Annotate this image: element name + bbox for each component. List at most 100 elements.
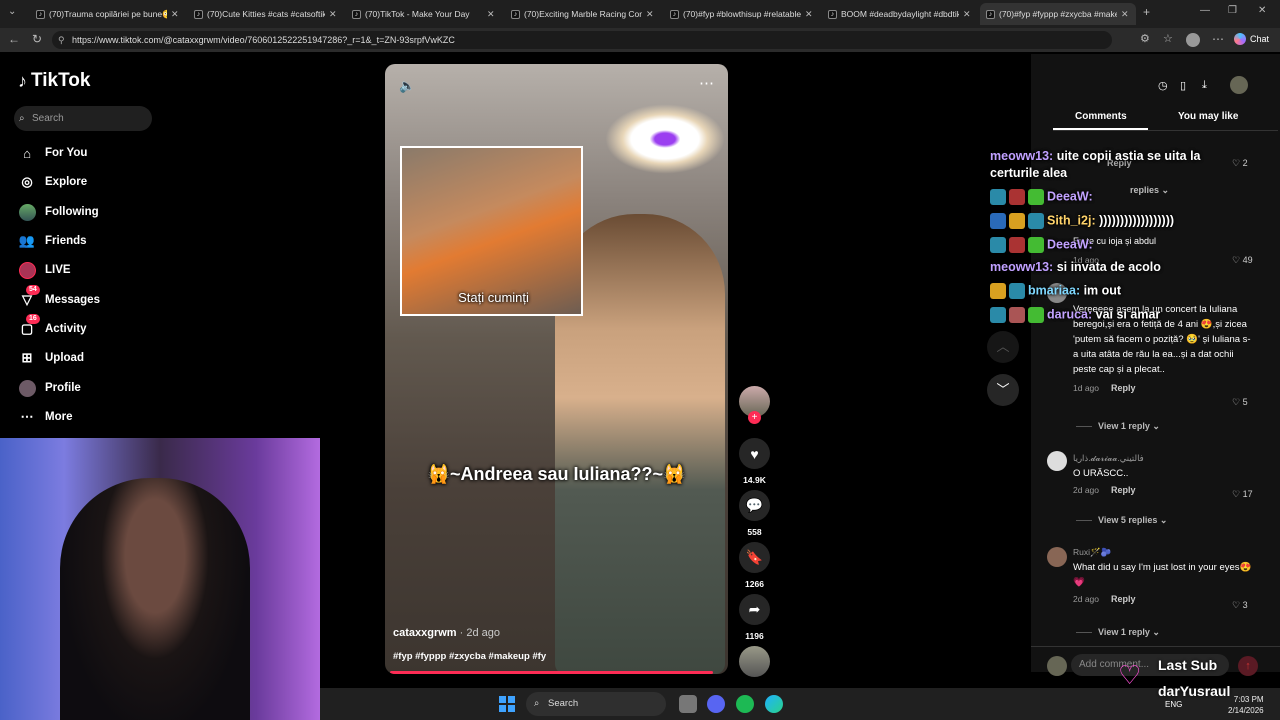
close-tab-icon[interactable]: ✕	[963, 9, 971, 20]
browser-tab-5[interactable]: ♪ (70)#fyp #blowthisup #relatable | ✕	[664, 3, 819, 25]
extensions-icon[interactable]: ⚙	[1140, 32, 1150, 45]
sidebar-item-following[interactable]: Following	[18, 202, 99, 222]
sidebar-item-upload[interactable]: ⊞ Upload	[18, 348, 84, 368]
close-tab-icon[interactable]: ✕	[646, 9, 654, 20]
sidebar-item-explore[interactable]: ◎ Explore	[18, 172, 87, 192]
taskbar-clock[interactable]: 7:03 PM 2/14/2026	[1228, 694, 1264, 716]
browser-tab-3[interactable]: ♪ (70)TikTok - Make Your Day ✕	[346, 3, 501, 25]
browser-tab-7[interactable]: ♪ (70)#fyp #fyppp #zxycba #makeup ✕	[980, 3, 1136, 25]
taskbar-search[interactable]: ⌕ Search	[526, 692, 666, 716]
chat-badge-icon	[1028, 213, 1044, 229]
browser-tab-1[interactable]: ♪(70)Trauma copilăriei pe bune😳🤪✕	[30, 3, 180, 25]
search-icon: ⌕	[534, 698, 540, 709]
sidebar-item-live[interactable]: LIVE	[18, 260, 71, 280]
inset-photo: Stați cuminți	[400, 146, 583, 316]
close-tab-icon[interactable]: ✕	[805, 9, 813, 20]
browser-tab-4[interactable]: ♪(70)Exciting Marble Racing Compe✕	[505, 3, 660, 25]
browser-tab-2[interactable]: ♪ (70)Cute Kitties #cats #catsoftiktok ✕	[188, 3, 338, 25]
comment-like-button[interactable]: ♡ 49	[1232, 255, 1253, 266]
tiktok-logo[interactable]: ♪ TikTok	[18, 70, 90, 92]
tiktok-favicon-icon: ♪	[194, 9, 203, 19]
favorites-icon[interactable]: ☆	[1163, 32, 1173, 45]
save-count: 1266	[745, 579, 764, 589]
more-icon: ⋯	[20, 409, 34, 424]
like-button[interactable]: ♥ 14.9K	[739, 438, 770, 485]
view-replies-link[interactable]: View 1 reply ⌄	[1076, 627, 1160, 638]
video-progress-bar[interactable]	[390, 671, 713, 674]
comment-button[interactable]: 💬 558	[739, 490, 770, 537]
edge-icon[interactable]	[765, 695, 783, 713]
tab-list-icon[interactable]: ⌄	[8, 6, 16, 17]
reply-link[interactable]: Reply	[1111, 485, 1136, 495]
creator-avatar-button[interactable]: +	[739, 386, 770, 424]
volume-icon[interactable]: 🔈	[399, 78, 415, 94]
close-tab-icon[interactable]: ✕	[171, 9, 179, 20]
search-input[interactable]: ⌕ Search	[14, 106, 152, 131]
chat-badge-icon	[1009, 237, 1025, 253]
previous-video-button[interactable]: ︿	[987, 331, 1019, 363]
share-button[interactable]: ➦ 1196	[739, 594, 770, 641]
video-hashtags[interactable]: #fyp #fyppp #zxycba #makeup #fy	[393, 651, 546, 662]
reply-link[interactable]: Reply	[1111, 594, 1136, 604]
last-sub-label: Last Sub	[1158, 657, 1218, 673]
comment-avatar[interactable]	[1047, 547, 1067, 567]
comment-like-button[interactable]: ♡ 5	[1232, 397, 1248, 408]
video-author[interactable]: cataxxgrwm · 2d ago	[393, 627, 500, 639]
windows-taskbar	[320, 688, 1280, 720]
view-replies-link[interactable]: replies ⌄	[1130, 185, 1169, 196]
stats-icon[interactable]: ◷	[1158, 79, 1168, 92]
discord-icon[interactable]	[707, 695, 725, 713]
device-icon[interactable]: ▯	[1180, 79, 1186, 92]
file-explorer-icon[interactable]	[679, 695, 697, 713]
follow-plus-icon[interactable]: +	[748, 411, 761, 424]
video-options-icon[interactable]: ⋯	[699, 74, 714, 92]
spotify-icon[interactable]	[736, 695, 754, 713]
comment-like-button[interactable]: ♡ 17	[1232, 489, 1253, 500]
windows-start-icon[interactable]	[499, 696, 515, 712]
view-replies-link[interactable]: View 5 replies ⌄	[1076, 515, 1167, 526]
url-field[interactable]: ⚲ https://www.tiktok.com/@cataxxgrwm/vid…	[52, 31, 1112, 49]
close-window-icon[interactable]: ✕	[1258, 5, 1266, 16]
next-video-button[interactable]: ﹀	[987, 374, 1019, 406]
download-icon[interactable]: ⤓	[1202, 79, 1207, 92]
sidebar-item-profile[interactable]: Profile	[18, 378, 81, 398]
chat-badge-icon	[990, 237, 1006, 253]
chat-badge-icon	[1009, 213, 1025, 229]
close-tab-icon[interactable]: ✕	[329, 9, 337, 20]
send-comment-button[interactable]: ↑	[1238, 656, 1258, 676]
menu-icon[interactable]: ⋯	[1212, 32, 1224, 46]
save-button[interactable]: 🔖 1266	[739, 542, 770, 589]
new-tab-icon[interactable]: +	[1143, 5, 1150, 19]
search-icon: ⌕	[19, 113, 25, 124]
user-avatar[interactable]	[1230, 76, 1248, 94]
view-replies-link[interactable]: View 1 reply ⌄	[1076, 421, 1160, 432]
sidebar-item-messages[interactable]: ▽ 54 Messages	[18, 285, 100, 310]
chat-button[interactable]: Chat	[1234, 33, 1269, 45]
tab-you-may-like[interactable]: You may like	[1178, 111, 1238, 122]
tab-comments[interactable]: Comments	[1075, 111, 1127, 122]
close-tab-icon[interactable]: ✕	[1121, 9, 1129, 20]
browser-profile-avatar[interactable]	[1186, 33, 1200, 47]
language-indicator[interactable]: ENG	[1165, 700, 1182, 709]
comment-avatar[interactable]	[1047, 451, 1067, 471]
home-icon: ⌂	[23, 145, 31, 161]
chat-badge-icon	[990, 283, 1006, 299]
close-tab-icon[interactable]: ✕	[487, 9, 495, 20]
sound-disc-button[interactable]	[739, 646, 770, 677]
reply-link[interactable]: Reply	[1111, 383, 1136, 393]
comment-count: 558	[747, 527, 762, 537]
site-info-icon[interactable]: ⚲	[58, 31, 65, 49]
refresh-icon[interactable]: ↻	[32, 32, 42, 46]
sidebar-item-for-you[interactable]: ⌂ For You	[18, 143, 87, 163]
sound-disc-icon	[739, 646, 770, 677]
sidebar-item-activity[interactable]: ▢ 16 Activity	[18, 314, 87, 339]
comment-like-button[interactable]: ♡ 3	[1232, 600, 1248, 611]
browser-tab-6[interactable]: ♪ BOOM #deadbydaylight #dbdtikt ✕	[822, 3, 977, 25]
sidebar-item-friends[interactable]: 👥 Friends	[18, 231, 87, 251]
maximize-icon[interactable]: ❐	[1228, 5, 1237, 16]
back-icon[interactable]: ←	[8, 32, 20, 46]
minimize-icon[interactable]: —	[1200, 5, 1210, 16]
sidebar-item-more[interactable]: ⋯ More	[18, 407, 73, 427]
video-player[interactable]: 🔈 ⋯ Stați cuminți 🙀~Andreea sau Iuliana?…	[385, 64, 728, 674]
comment-like-button[interactable]: ♡ 2	[1232, 158, 1248, 169]
